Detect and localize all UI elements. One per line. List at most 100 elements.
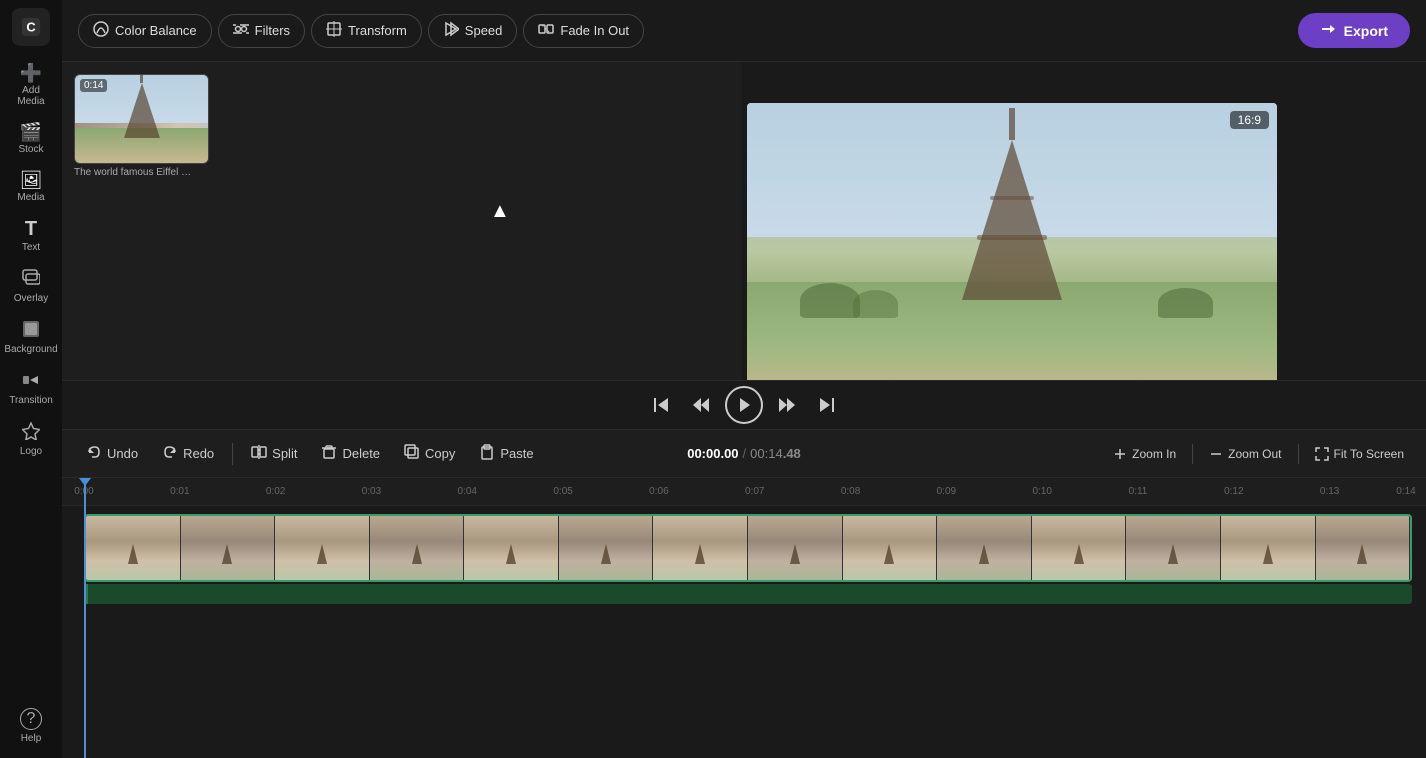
ruler-mark: 0:11 — [1129, 486, 1148, 497]
filters-icon — [233, 21, 249, 41]
paste-icon — [479, 444, 495, 464]
frame-thumb — [937, 516, 1032, 580]
export-button[interactable]: Export — [1298, 13, 1410, 48]
ruler-mark: 0:12 — [1224, 486, 1243, 497]
skip-to-end-button[interactable] — [811, 389, 843, 421]
sidebar-item-background[interactable]: Background — [4, 314, 58, 361]
play-button[interactable] — [725, 386, 763, 424]
frame-thumb — [1032, 516, 1127, 580]
frame-thumb — [559, 516, 654, 580]
ruler-marks: 0:000:010:020:030:040:050:060:070:080:09… — [84, 478, 1426, 505]
frame-thumb — [86, 516, 181, 580]
sidebar-item-logo[interactable]: Logo — [4, 416, 58, 463]
split-icon — [251, 444, 267, 464]
timeline-playhead[interactable] — [84, 478, 86, 758]
overlay-icon — [22, 269, 40, 290]
delete-button[interactable]: Delete — [311, 439, 390, 469]
undo-button[interactable]: Undo — [76, 439, 148, 469]
sidebar-item-text[interactable]: T Text — [4, 213, 58, 259]
copy-icon — [404, 444, 420, 464]
total-time: 00:14.48 — [750, 446, 801, 461]
video-track[interactable] — [84, 514, 1412, 582]
filters-button[interactable]: Filters — [218, 14, 305, 48]
ruler-mark: 0:13 — [1320, 486, 1339, 497]
copy-button[interactable]: Copy — [394, 439, 465, 469]
zoom-in-button[interactable]: Zoom In — [1105, 442, 1184, 466]
ruler-mark: 0:06 — [649, 486, 668, 497]
stock-icon: 🎬 — [20, 123, 42, 141]
fade-in-out-button[interactable]: Fade In Out — [523, 14, 644, 48]
ruler-mark: 0:10 — [1032, 486, 1051, 497]
split-button[interactable]: Split — [241, 439, 307, 469]
zoom-divider — [1192, 444, 1193, 464]
media-thumbnail[interactable]: 0:14 — [74, 74, 209, 164]
logo-icon — [22, 422, 40, 443]
timeline-ruler: 0:000:010:020:030:040:050:060:070:080:09… — [62, 478, 1426, 506]
zoom-out-button[interactable]: Zoom Out — [1201, 442, 1289, 466]
sidebar-item-media[interactable]: 🖼 Media — [4, 165, 58, 209]
color-balance-button[interactable]: Color Balance — [78, 14, 212, 48]
skip-to-start-button[interactable] — [645, 389, 677, 421]
svg-text:C: C — [26, 20, 35, 35]
delete-icon — [321, 444, 337, 464]
ruler-mark: 0:02 — [266, 486, 285, 497]
frame-thumb — [275, 516, 370, 580]
timeline-content — [62, 506, 1426, 604]
redo-button[interactable]: Redo — [152, 439, 224, 469]
sidebar-item-overlay[interactable]: Overlay — [4, 263, 58, 310]
playback-controls — [62, 380, 1426, 430]
frame-thumb — [181, 516, 276, 580]
transform-icon — [326, 21, 342, 41]
frame-thumb — [1221, 516, 1316, 580]
frame-thumb — [464, 516, 559, 580]
speed-button[interactable]: Speed — [428, 14, 518, 48]
ruler-mark: 0:01 — [170, 486, 189, 497]
aspect-ratio-badge: 16:9 — [1230, 111, 1269, 129]
ruler-mark: 0:05 — [553, 486, 572, 497]
add-media-icon: ➕ — [20, 64, 42, 82]
fast-forward-button[interactable] — [771, 389, 803, 421]
text-icon: T — [25, 219, 37, 239]
frame-thumb — [370, 516, 465, 580]
current-time: 00:00.00 — [687, 446, 738, 461]
play-button-group — [645, 386, 843, 424]
export-icon — [1320, 21, 1336, 40]
sidebar-item-transition[interactable]: Transition — [4, 365, 58, 412]
frame-thumb — [748, 516, 843, 580]
frame-thumb — [653, 516, 748, 580]
top-toolbar: Color Balance Filters Transform Speed Fa… — [62, 0, 1426, 62]
ruler-mark: 0:04 — [458, 486, 477, 497]
media-icon: 🖼 — [20, 171, 43, 189]
app-logo[interactable]: C — [12, 8, 50, 46]
rewind-button[interactable] — [685, 389, 717, 421]
ruler-mark: 0:09 — [937, 486, 956, 497]
transition-icon — [22, 371, 40, 392]
frame-thumb — [1126, 516, 1221, 580]
sidebar-item-help[interactable]: ? Help — [4, 702, 58, 750]
timeline: 0:000:010:020:030:040:050:060:070:080:09… — [62, 478, 1426, 758]
time-display: 00:00.00 / 00:14.48 — [687, 446, 801, 461]
ruler-mark: 0:03 — [362, 486, 381, 497]
video-track-frames — [86, 516, 1410, 580]
ruler-mark: 0:14 — [1396, 486, 1415, 497]
fit-to-screen-button[interactable]: Fit To Screen — [1307, 442, 1412, 466]
action-toolbar: Undo Redo Split Delete Copy Paste 0 — [62, 430, 1426, 478]
media-thumb-label: The world famous Eiffel … — [74, 167, 209, 178]
sidebar-item-add-media[interactable]: ➕ Add Media — [4, 58, 58, 113]
ruler-mark: 0:08 — [841, 486, 860, 497]
preview-canvas: 16:9 — [747, 103, 1277, 401]
media-panel: 0:14 The world famous Eiffel … — [62, 62, 742, 432]
transform-button[interactable]: Transform — [311, 14, 422, 48]
media-thumb-time: 0:14 — [80, 79, 107, 92]
toolbar-divider-1 — [232, 443, 233, 465]
speed-icon — [443, 21, 459, 41]
zoom-divider-2 — [1298, 444, 1299, 464]
redo-icon — [162, 444, 178, 464]
background-icon — [22, 320, 40, 341]
sidebar-item-stock[interactable]: 🎬 Stock — [4, 117, 58, 161]
audio-track — [84, 584, 1412, 604]
ruler-mark: 0:07 — [745, 486, 764, 497]
sidebar: C ➕ Add Media 🎬 Stock 🖼 Media T Text Ove… — [0, 0, 62, 758]
paste-button[interactable]: Paste — [469, 439, 543, 469]
undo-icon — [86, 444, 102, 464]
